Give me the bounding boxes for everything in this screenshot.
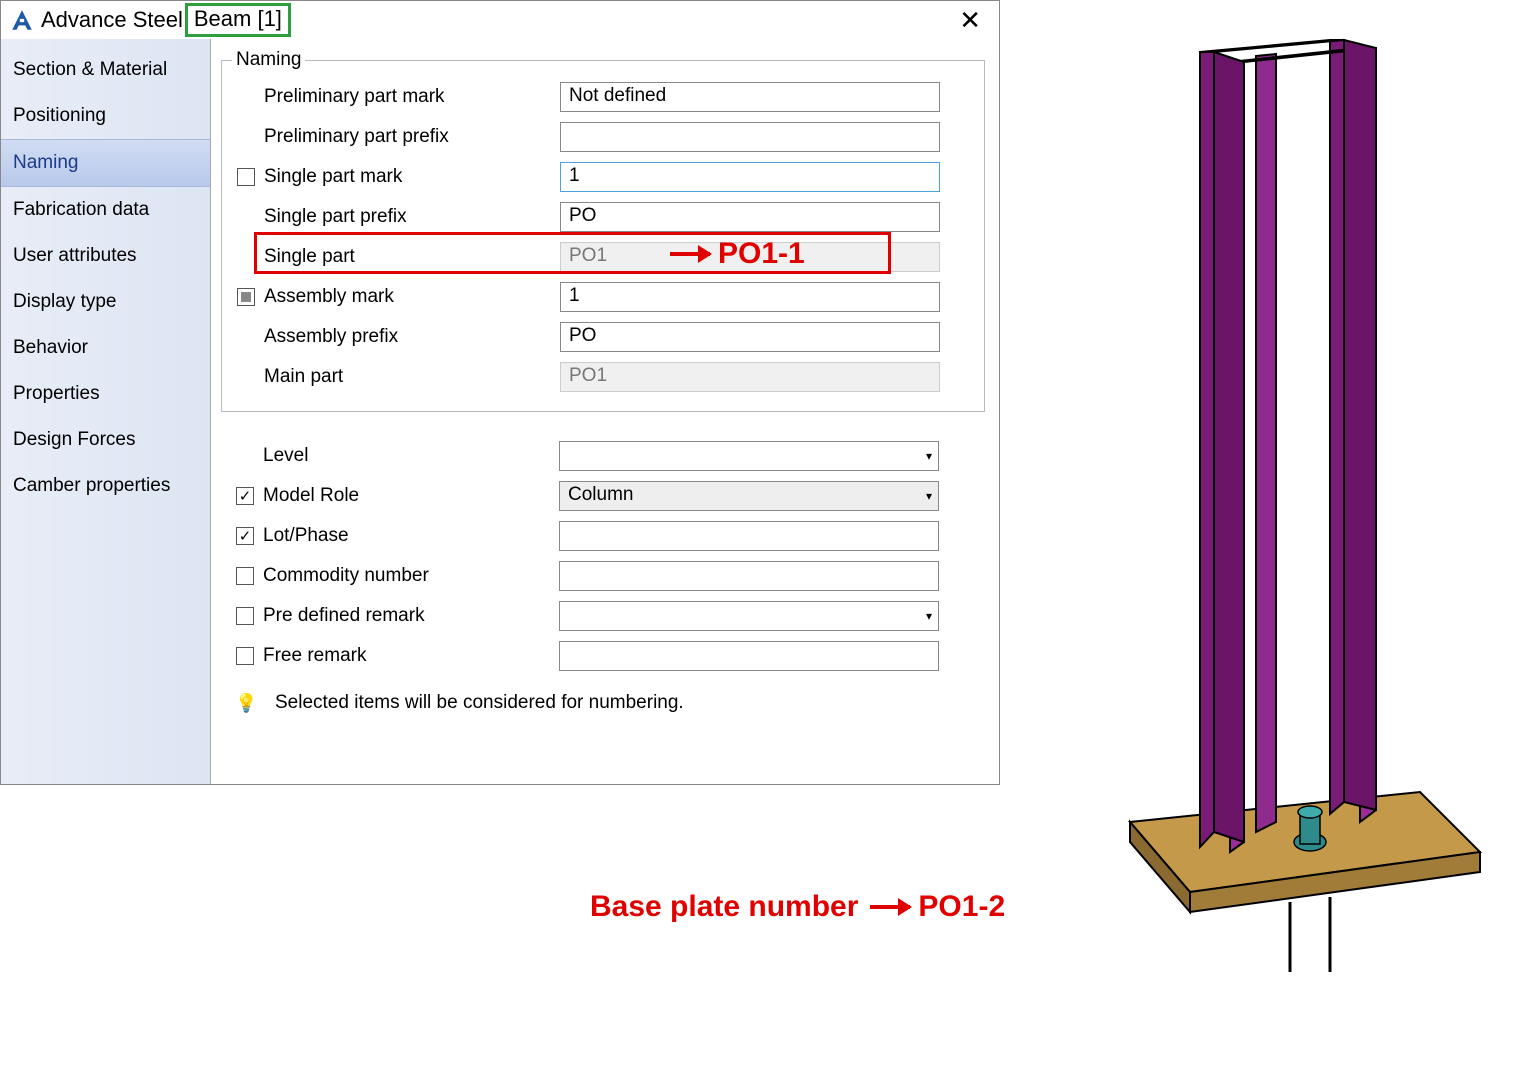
chevron-down-icon: ▾ <box>926 489 932 503</box>
main-part-field: PO1 <box>560 362 940 392</box>
main-part-label: Main part <box>260 366 560 388</box>
preliminary-part-prefix-label: Preliminary part prefix <box>260 126 560 148</box>
commodity-number-field[interactable] <box>559 561 939 591</box>
numbering-hint: Selected items will be considered for nu… <box>275 692 684 714</box>
chevron-down-icon: ▾ <box>926 449 932 463</box>
pre-defined-remark-checkbox[interactable] <box>236 607 254 625</box>
model-role-checkbox[interactable] <box>236 487 254 505</box>
free-remark-label: Free remark <box>259 645 559 667</box>
annotation-arrow-icon <box>870 905 910 909</box>
preliminary-part-mark-label: Preliminary part mark <box>260 86 560 108</box>
preliminary-part-prefix-field[interactable] <box>560 122 940 152</box>
single-part-label: Single part <box>260 246 560 268</box>
pre-defined-remark-combo[interactable]: ▾ <box>559 601 939 631</box>
naming-legend: Naming <box>232 49 305 71</box>
assembly-prefix-field[interactable]: PO <box>560 322 940 352</box>
assembly-prefix-label: Assembly prefix <box>260 326 560 348</box>
single-part-mark-field[interactable]: 1 <box>560 162 940 192</box>
model-role-label: Model Role <box>259 485 559 507</box>
single-part-mark-checkbox[interactable] <box>237 168 255 186</box>
annotation-base-plate: Base plate number PO1-2 <box>590 890 1005 924</box>
commodity-number-label: Commodity number <box>259 565 559 587</box>
model-viewport[interactable] <box>1000 0 1528 1073</box>
sidebar-item-behavior[interactable]: Behavior <box>1 325 210 371</box>
model-role-combo[interactable]: Column▾ <box>559 481 939 511</box>
app-title: Advance Steel <box>41 7 183 33</box>
content-panel: Naming Preliminary part mark Not defined… <box>211 39 999 784</box>
sidebar-item-display-type[interactable]: Display type <box>1 279 210 325</box>
assembly-mark-checkbox[interactable] <box>237 288 255 306</box>
beam-properties-dialog: Advance Steel Beam [1] ✕ Section & Mater… <box>0 0 1000 785</box>
assembly-mark-label: Assembly mark <box>260 286 560 308</box>
sidebar-item-design-forces[interactable]: Design Forces <box>1 417 210 463</box>
lot-phase-checkbox[interactable] <box>236 527 254 545</box>
level-combo[interactable]: ▾ <box>559 441 939 471</box>
commodity-number-checkbox[interactable] <box>236 567 254 585</box>
titlebar: Advance Steel Beam [1] ✕ <box>1 1 999 39</box>
sidebar-item-user-attributes[interactable]: User attributes <box>1 233 210 279</box>
single-part-mark-label: Single part mark <box>260 166 560 188</box>
numbering-group: Level ▾ Model Role Column▾ Lot/Phase Com… <box>221 436 985 714</box>
single-part-field: PO1 <box>560 242 940 272</box>
lot-phase-label: Lot/Phase <box>259 525 559 547</box>
chevron-down-icon: ▾ <box>926 609 932 623</box>
lot-phase-field[interactable] <box>559 521 939 551</box>
single-part-prefix-field[interactable]: PO <box>560 202 940 232</box>
close-button[interactable]: ✕ <box>949 5 991 36</box>
annotation-base-plate-value: PO1-2 <box>918 890 1005 924</box>
lightbulb-icon: 💡 <box>235 693 255 713</box>
naming-group: Naming Preliminary part mark Not defined… <box>221 49 985 412</box>
assembly-mark-field[interactable]: 1 <box>560 282 940 312</box>
sidebar-item-naming[interactable]: Naming <box>1 139 210 187</box>
sidebar-item-properties[interactable]: Properties <box>1 371 210 417</box>
sidebar-item-fabrication-data[interactable]: Fabrication data <box>1 187 210 233</box>
app-icon <box>9 7 35 33</box>
pre-defined-remark-label: Pre defined remark <box>259 605 559 627</box>
sidebar-item-positioning[interactable]: Positioning <box>1 93 210 139</box>
object-title: Beam [1] <box>185 3 291 37</box>
annotation-base-plate-label: Base plate number <box>590 890 858 924</box>
single-part-prefix-label: Single part prefix <box>260 206 560 228</box>
free-remark-field[interactable] <box>559 641 939 671</box>
level-label: Level <box>259 445 559 467</box>
sidebar-item-section-material[interactable]: Section & Material <box>1 47 210 93</box>
sidebar-item-camber-properties[interactable]: Camber properties <box>1 463 210 509</box>
preliminary-part-mark-field[interactable]: Not defined <box>560 82 940 112</box>
sidebar: Section & Material Positioning Naming Fa… <box>1 39 211 784</box>
free-remark-checkbox[interactable] <box>236 647 254 665</box>
